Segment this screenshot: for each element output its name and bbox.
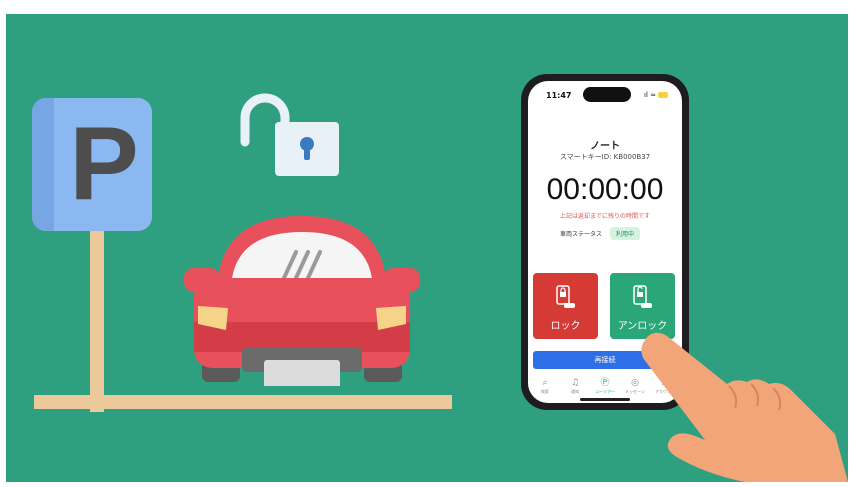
car-icon <box>184 216 420 386</box>
smart-key-id: スマートキーID: KB000B37 <box>559 153 651 161</box>
vehicle-status-label: 車両ステータス <box>560 231 603 238</box>
status-time: 11:47 <box>546 91 572 100</box>
pointing-hand-icon <box>641 332 848 482</box>
parking-sign-letter: P <box>69 106 139 222</box>
vehicle-status-row: 車両ステータス 利用中 <box>560 223 641 240</box>
signal-wifi-icon: ıl ≈ <box>644 91 656 99</box>
open-padlock-icon <box>240 93 339 176</box>
status-bar: 11:47 ıl ≈ <box>528 81 682 111</box>
bell-icon: ♫ <box>570 378 580 388</box>
vehicle-status-badge: 利用中 <box>610 227 641 240</box>
battery-icon <box>658 92 668 98</box>
lock-button-label: ロック <box>550 321 581 332</box>
parking-sign-icon: P <box>32 98 152 231</box>
lock-button[interactable]: ロック <box>533 273 598 339</box>
illustration-scene: P 11:47 ıl ≈ ノート スマートキーID: KB000B37 00:0… <box>6 14 848 482</box>
search-icon: ⌕ <box>542 378 548 388</box>
signal-wifi-battery-icons: ıl ≈ <box>644 91 668 99</box>
ground-line <box>34 395 452 409</box>
parking-icon: Ⓟ <box>600 378 610 388</box>
sign-post <box>90 228 104 412</box>
tab-search[interactable]: ⌕ 検索 <box>530 377 560 401</box>
car-name: ノート <box>590 141 620 152</box>
dynamic-island <box>583 87 631 102</box>
remaining-time-display: 00:00:00 <box>546 173 664 206</box>
unlock-car-icon <box>633 285 652 308</box>
home-indicator <box>580 398 630 401</box>
tab-label: コーリアー <box>595 389 615 394</box>
lock-car-icon <box>556 285 575 308</box>
tab-label: 検索 <box>541 389 549 394</box>
tab-label: 通知 <box>571 389 579 394</box>
remaining-time-note: 上記は返却までに残りの時間です <box>559 213 650 220</box>
